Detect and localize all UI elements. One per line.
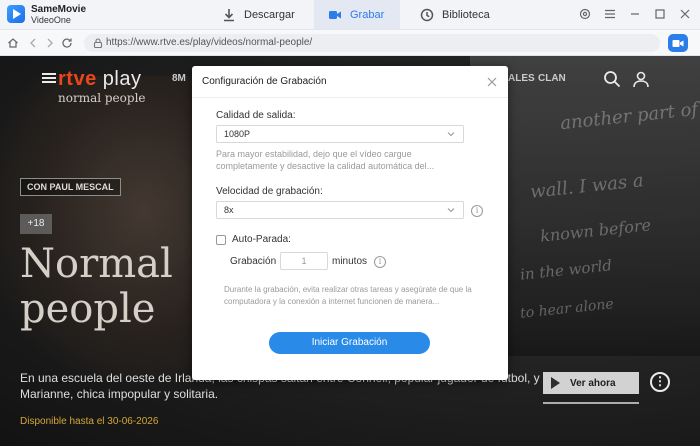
tab-grabar[interactable]: Grabar: [314, 0, 400, 29]
recording-duration-label: Grabación: [230, 256, 277, 267]
autostop-checkbox[interactable]: [216, 235, 226, 245]
minutes-label: minutos: [332, 256, 368, 267]
title-bar: SameMovie VideoOne Descargar Grabar Bibl…: [0, 0, 700, 30]
record-video-button[interactable]: [668, 34, 688, 52]
chevron-down-icon: [447, 132, 455, 137]
quality-value: 1080P: [224, 129, 251, 139]
maximize-icon[interactable]: [653, 7, 667, 21]
autostop-label: Auto-Parada:: [232, 234, 291, 245]
browser-toolbar: https://www.rtve.es/play/videos/normal-p…: [0, 30, 700, 56]
tab-descargar[interactable]: Descargar: [210, 0, 314, 29]
settings-icon[interactable]: [578, 7, 592, 21]
speed-value: 8x: [224, 205, 234, 215]
record-icon: [329, 10, 341, 19]
dialog-divider: [192, 97, 508, 98]
minimize-icon[interactable]: [628, 7, 642, 21]
lock-icon: [93, 38, 103, 49]
back-icon[interactable]: [26, 36, 40, 50]
recording-settings-dialog: Configuración de Grabación Calidad de sa…: [192, 66, 508, 380]
speed-label: Velocidad de grabación:: [216, 186, 323, 197]
speed-select[interactable]: 8x: [216, 201, 464, 219]
reload-icon[interactable]: [60, 36, 74, 50]
home-icon[interactable]: [6, 36, 20, 50]
download-icon: [224, 8, 234, 21]
tab-biblioteca[interactable]: Biblioteca: [410, 0, 510, 29]
app-subtitle: VideoOne: [31, 15, 71, 25]
speed-info-icon[interactable]: i: [471, 205, 483, 217]
app-name: SameMovie: [31, 4, 87, 15]
quality-select[interactable]: 1080P: [216, 125, 464, 143]
address-url: https://www.rtve.es/play/videos/normal-p…: [106, 37, 313, 48]
tab-descargar-label: Descargar: [244, 8, 295, 21]
quality-hint: Para mayor estabilidad, dejo que el víde…: [216, 149, 435, 171]
library-icon: [420, 8, 434, 21]
close-icon[interactable]: [678, 7, 692, 21]
close-icon[interactable]: [486, 76, 498, 88]
video-camera-icon: [672, 39, 684, 47]
address-bar[interactable]: https://www.rtve.es/play/videos/normal-p…: [84, 34, 660, 52]
menu-icon[interactable]: [603, 7, 617, 21]
recording-duration-input[interactable]: 1: [280, 252, 328, 270]
start-recording-button[interactable]: Iniciar Grabación: [269, 332, 430, 354]
quality-label: Calidad de salida:: [216, 110, 296, 121]
recording-note: Durante la grabación, evita realizar otr…: [224, 285, 472, 306]
forward-icon[interactable]: [43, 36, 57, 50]
tab-grabar-label: Grabar: [350, 8, 385, 21]
chevron-down-icon: [447, 208, 455, 213]
tab-biblioteca-label: Biblioteca: [442, 8, 490, 21]
dialog-title: Configuración de Grabación: [202, 76, 327, 87]
duration-info-icon[interactable]: i: [374, 256, 386, 268]
app-logo: [7, 5, 25, 23]
